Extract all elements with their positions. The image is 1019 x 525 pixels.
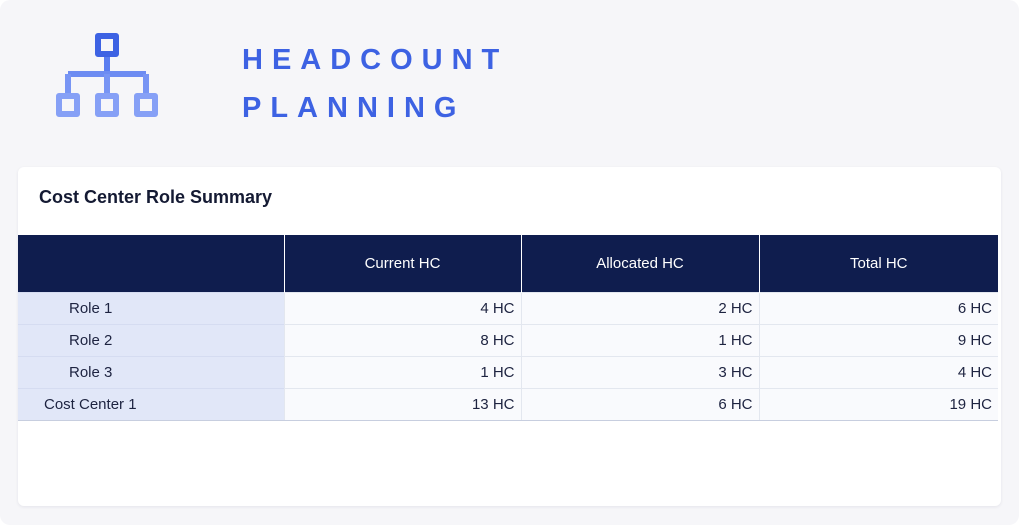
summary-card: Cost Center Role Summary Current HC Allo…: [18, 167, 1001, 506]
page-title: HEADCOUNT PLANNING: [242, 36, 508, 132]
org-chart-icon: [56, 33, 158, 117]
cell-total-hc: 4 HC: [758, 356, 998, 389]
cell-total-hc: 6 HC: [758, 292, 998, 325]
cell-allocated-hc: 3 HC: [520, 356, 759, 389]
row-label: Cost Center 1: [18, 388, 284, 421]
cell-allocated-hc: 2 HC: [520, 292, 759, 325]
card-title: Cost Center Role Summary: [39, 187, 273, 207]
column-header-current-hc[interactable]: Current HC: [283, 235, 521, 293]
cell-total-hc: 19 HC: [758, 388, 998, 421]
page-title-line2: PLANNING: [242, 92, 466, 124]
cell-allocated-hc: 6 HC: [520, 388, 759, 421]
cell-allocated-hc: 1 HC: [520, 324, 759, 357]
table-row[interactable]: Role 2 8 HC 1 HC 9 HC: [18, 324, 998, 357]
cell-current-hc: 8 HC: [283, 324, 521, 357]
cell-current-hc: 4 HC: [283, 292, 521, 325]
page-title-line1: HEADCOUNT: [242, 44, 509, 76]
row-label: Role 3: [18, 356, 284, 389]
table-total-row[interactable]: Cost Center 1 13 HC 6 HC 19 HC: [18, 388, 998, 421]
summary-table: Current HC Allocated HC Total HC Role 1 …: [18, 235, 998, 421]
table-row[interactable]: Role 3 1 HC 3 HC 4 HC: [18, 356, 998, 389]
app-frame: HEADCOUNT PLANNING Cost Center Role Summ…: [0, 0, 1019, 525]
cell-current-hc: 13 HC: [283, 388, 521, 421]
table-row[interactable]: Role 1 4 HC 2 HC 6 HC: [18, 292, 998, 325]
row-label: Role 1: [18, 292, 284, 325]
column-header-row-label: [18, 235, 284, 293]
table-header-row: Current HC Allocated HC Total HC: [18, 235, 998, 293]
cell-total-hc: 9 HC: [758, 324, 998, 357]
row-label: Role 2: [18, 324, 284, 357]
column-header-allocated-hc[interactable]: Allocated HC: [520, 235, 759, 293]
column-header-total-hc[interactable]: Total HC: [758, 235, 998, 293]
cell-current-hc: 1 HC: [283, 356, 521, 389]
